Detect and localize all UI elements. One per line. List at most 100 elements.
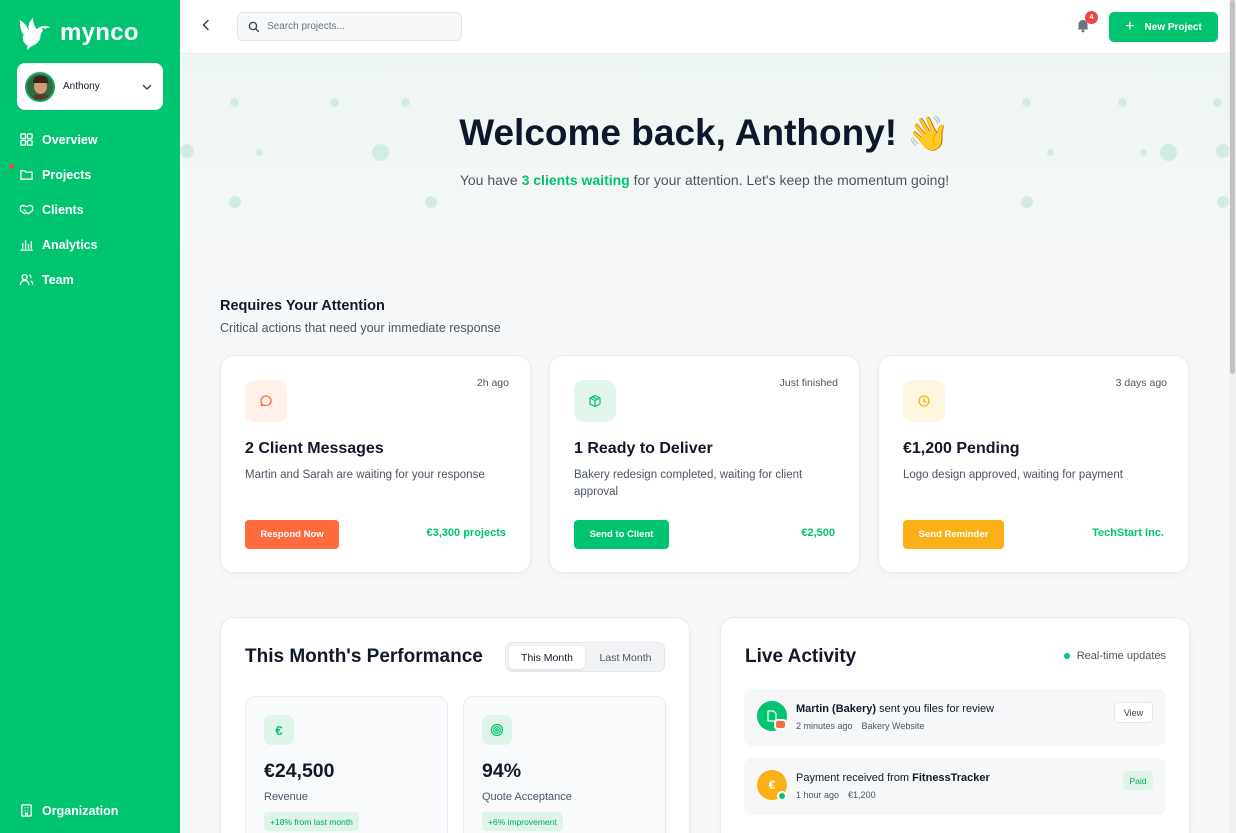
sidebar-item-projects[interactable]: Projects: [0, 157, 180, 192]
attention-card-delivery[interactable]: Just finished 1 Ready to Deliver Bakery …: [549, 355, 860, 573]
grid-icon: [20, 133, 33, 146]
performance-panel: This Month's Performance This Month Last…: [220, 617, 690, 833]
avatar: [25, 71, 55, 102]
hero-banner: [180, 55, 1229, 255]
sidebar-item-label: Clients: [42, 202, 84, 217]
panel-title: This Month's Performance: [245, 646, 483, 667]
section-title: Requires Your Attention: [220, 298, 385, 314]
period-toggle: This Month Last Month: [505, 642, 665, 672]
activity-meta: 2 minutes ago Bakery Website: [796, 721, 933, 731]
activity-text: Martin (Bakery) sent you files for revie…: [796, 703, 994, 715]
stat-label: Revenue: [264, 791, 309, 803]
brand-name: mynco: [60, 19, 139, 46]
attention-card-messages[interactable]: 2h ago 2 Client Messages Martin and Sara…: [220, 355, 531, 573]
search-input[interactable]: [267, 21, 447, 32]
building-icon: [21, 804, 32, 817]
card-meta: €2,500: [801, 527, 835, 539]
stat-card-revenue: € €24,500 Revenue +18% from last month: [245, 696, 448, 833]
sidebar-footer-label: Organization: [42, 803, 119, 818]
stat-card-quote-acceptance: 94% Quote Acceptance +6% improvement: [463, 696, 666, 833]
activity-item[interactable]: € Payment received from FitnessTracker 1…: [744, 758, 1166, 815]
page-title: Welcome back, Anthony! 👋: [180, 112, 1229, 154]
panel-title: Live Activity: [745, 646, 857, 667]
card-time: Just finished: [779, 377, 838, 389]
activity-meta: 1 hour ago €1,200: [796, 790, 885, 800]
activity-text: Payment received from FitnessTracker: [796, 772, 990, 784]
paid-badge: Paid: [1123, 771, 1153, 790]
activity-description: Payment received from: [796, 772, 913, 784]
send-reminder-button[interactable]: Send Reminder: [903, 520, 1004, 549]
card-time: 2h ago: [476, 377, 509, 389]
new-project-button[interactable]: + New Project: [1109, 12, 1218, 42]
sidebar-item-overview[interactable]: Overview: [0, 122, 180, 157]
notification-dot: [9, 164, 14, 169]
user-name: Anthony: [63, 81, 100, 92]
welcome-text: Welcome back, Anthony!: [459, 112, 898, 153]
send-to-client-button[interactable]: Send to Client: [574, 520, 669, 549]
topbar: 4 + New Project: [180, 0, 1229, 54]
subtitle-text: You have: [459, 172, 522, 188]
folder-icon: [20, 170, 33, 180]
notification-count-badge: 4: [1085, 11, 1098, 24]
card-description: Bakery redesign completed, waiting for c…: [574, 469, 803, 498]
sidebar: mynco Anthony Overview Projects Clients …: [0, 0, 180, 833]
view-button[interactable]: View: [1114, 702, 1153, 723]
subtitle-text: for your attention. Let's keep the momen…: [629, 172, 950, 188]
users-icon: [19, 273, 34, 286]
activity-description: sent you files for review: [876, 703, 995, 715]
clock-icon: [903, 380, 945, 422]
hero-subtitle: You have 3 clients waiting for your atte…: [180, 172, 1229, 188]
card-time: 3 days ago: [1115, 377, 1167, 389]
bar-chart-icon: [20, 240, 33, 251]
stat-trend-chip: +18% from last month: [264, 812, 359, 831]
search-icon: [248, 21, 260, 32]
live-activity-panel: Live Activity Real-time updates Martin (…: [720, 617, 1190, 833]
chevron-down-icon: [142, 84, 152, 90]
sidebar-nav: Overview Projects Clients Analytics Team: [0, 122, 180, 297]
tab-this-month[interactable]: This Month: [509, 646, 585, 669]
activity-item[interactable]: Martin (Bakery) sent you files for revie…: [744, 689, 1166, 746]
activity-time: 2 minutes ago: [796, 721, 853, 731]
scrollbar-thumb[interactable]: [1230, 0, 1235, 374]
card-title: €1,200 Pending: [903, 440, 1020, 457]
stat-value: 94%: [482, 760, 522, 782]
sidebar-item-analytics[interactable]: Analytics: [0, 227, 180, 262]
message-icon: [245, 380, 287, 422]
success-badge-icon: [777, 791, 787, 801]
bird-logo-icon: [19, 17, 51, 51]
sidebar-item-label: Overview: [42, 132, 98, 147]
activity-time: 1 hour ago: [796, 790, 840, 800]
plus-icon: +: [1125, 18, 1135, 35]
search-box: [237, 12, 462, 41]
respond-now-button[interactable]: Respond Now: [245, 520, 339, 549]
section-subtitle: Critical actions that need your immediat…: [220, 321, 501, 335]
brand-logo[interactable]: mynco: [16, 14, 139, 52]
live-dot-icon: [1063, 653, 1070, 659]
realtime-label: Real-time updates: [1076, 650, 1166, 662]
chevron-left-icon[interactable]: [198, 17, 214, 33]
stat-label: Quote Acceptance: [482, 791, 572, 803]
activity-actor: Martin (Bakery): [796, 703, 877, 715]
message-badge-icon: [774, 719, 787, 730]
sidebar-item-clients[interactable]: Clients: [0, 192, 180, 227]
clients-waiting-highlight[interactable]: 3 clients waiting: [522, 172, 630, 188]
sidebar-item-team[interactable]: Team: [0, 262, 180, 297]
user-switcher[interactable]: Anthony: [17, 63, 163, 110]
tab-last-month[interactable]: Last Month: [588, 646, 663, 669]
stat-trend-chip: +6% improvement: [482, 812, 563, 831]
activity-context: €1,200: [848, 790, 876, 800]
attention-card-pending[interactable]: 3 days ago €1,200 Pending Logo design ap…: [878, 355, 1189, 573]
sidebar-item-organization[interactable]: Organization: [19, 803, 118, 818]
card-title: 2 Client Messages: [245, 440, 384, 457]
card-description: Logo design approved, waiting for paymen…: [903, 469, 1123, 481]
sidebar-item-label: Analytics: [42, 237, 98, 252]
target-icon: [482, 715, 512, 745]
card-description: Martin and Sarah are waiting for your re…: [245, 469, 485, 481]
card-title: 1 Ready to Deliver: [574, 440, 713, 457]
card-meta: €3,300 projects: [426, 527, 507, 539]
package-icon: [574, 380, 616, 422]
stat-value: €24,500: [264, 760, 335, 782]
wave-emoji-icon: 👋: [907, 115, 950, 153]
sidebar-item-label: Team: [42, 272, 74, 287]
card-meta: TechStart Inc.: [1092, 527, 1164, 539]
